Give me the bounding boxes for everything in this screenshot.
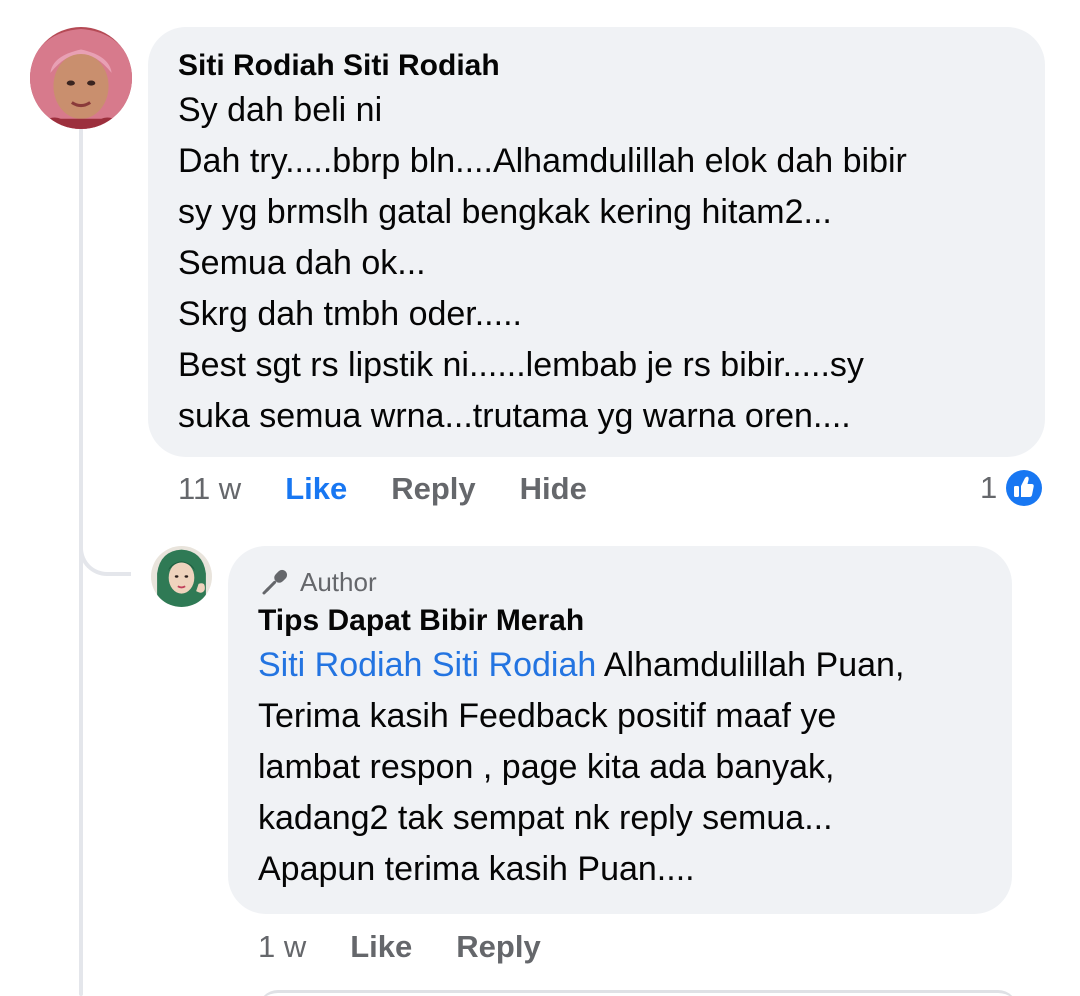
hide-button[interactable]: Hide [520,471,587,507]
mention-link[interactable]: Siti Rodiah Siti Rodiah [258,646,596,684]
reaction-summary[interactable]: 1 [980,466,1045,510]
microphone-icon [262,569,288,595]
comment-line: Skrg dah tmbh oder..... [178,295,522,333]
reply-line: lambat respon , page kita ada banyak, [258,748,835,786]
like-thumb-icon [1004,468,1045,508]
comment-actions: 11 w Like Reply Hide [178,468,631,510]
reply-actions: 1 w Like Reply [258,926,585,968]
comment-timestamp[interactable]: 11 w [178,471,241,507]
reply-line: Apapun terima kasih Puan.... [258,850,695,888]
thread-connector [79,520,131,576]
next-comment-edge [258,990,1018,996]
reply-line: Siti Rodiah Siti Rodiah Alhamdulillah Pu… [258,640,982,691]
reaction-count: 1 [980,470,998,505]
comment-line: Best sgt rs lipstik ni......lembab je rs… [178,346,864,384]
comment-line: Semua dah ok... [178,244,426,282]
reply-text: Siti Rodiah Siti Rodiah Alhamdulillah Pu… [258,640,982,895]
author-badge-label: Author [300,566,377,597]
avatar[interactable] [151,546,212,607]
comment-line: Dah try.....bbrp bln....Alhamdulillah el… [178,142,907,180]
like-button[interactable]: Like [350,929,412,965]
avatar[interactable] [30,27,132,129]
comment-line: suka semua wrna...trutama yg warna oren.… [178,397,851,435]
comment-author-name[interactable]: Siti Rodiah Siti Rodiah [178,47,1015,85]
reply-timestamp[interactable]: 1 w [258,929,306,965]
reply-first-line-text: Alhamdulillah Puan, [596,646,905,684]
comment-thread: Siti Rodiah Siti Rodiah Sy dah beli ni D… [0,0,1080,996]
reply-line: kadang2 tak sempat nk reply semua... [258,799,833,837]
like-button[interactable]: Like [285,471,347,507]
reply-line: Terima kasih Feedback positif maaf ye [258,697,837,735]
author-badge: Author [258,566,982,598]
reply-button[interactable]: Reply [391,471,475,507]
reply-bubble: Author Tips Dapat Bibir Merah Siti Rodia… [228,546,1012,914]
comment-bubble: Siti Rodiah Siti Rodiah Sy dah beli ni D… [148,27,1045,457]
reply-button[interactable]: Reply [456,929,540,965]
comment-line: Sy dah beli ni [178,91,383,129]
comment-text: Sy dah beli ni Dah try.....bbrp bln....A… [178,85,1015,442]
comment-line: sy yg brmslh gatal bengkak kering hitam2… [178,193,832,231]
reply-author-name[interactable]: Tips Dapat Bibir Merah [258,602,982,640]
